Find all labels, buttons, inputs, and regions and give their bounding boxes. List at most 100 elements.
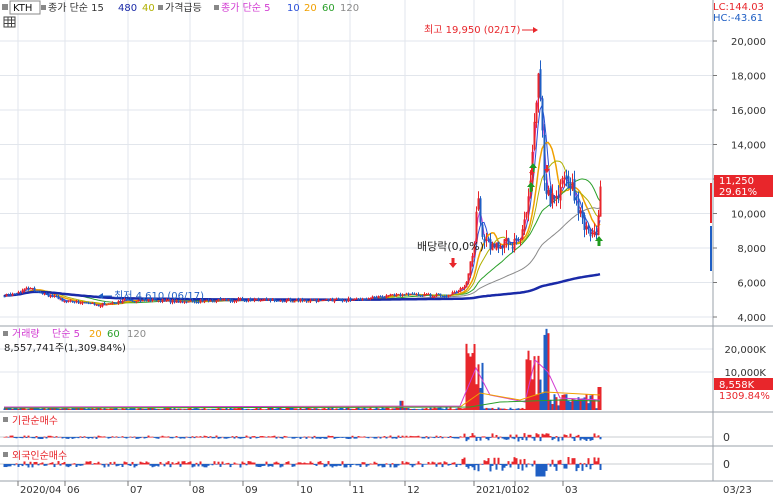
institution-bar xyxy=(223,437,226,439)
foreign-bar xyxy=(371,463,374,465)
foreign-bar xyxy=(345,464,348,468)
low-annotation: 최저 4,610 (06/17) xyxy=(98,290,204,302)
candle-body xyxy=(223,298,226,300)
candle-body xyxy=(41,292,44,294)
volume-bar xyxy=(531,379,534,410)
candle-body xyxy=(485,239,488,241)
volume-bar xyxy=(535,394,538,410)
candle-body xyxy=(215,300,218,302)
institution-bar xyxy=(217,437,220,439)
candle-body xyxy=(563,177,566,179)
foreign-bar xyxy=(541,464,544,477)
foreign-bar xyxy=(249,461,252,465)
volume-bar xyxy=(173,407,176,410)
institution-legend: 기관순매수 xyxy=(3,415,58,427)
institution-bar xyxy=(485,437,488,439)
candle-body xyxy=(237,298,240,301)
volume-bar xyxy=(17,408,20,410)
candle-body xyxy=(363,299,366,301)
candle-body xyxy=(465,282,468,288)
institution-bar xyxy=(99,436,102,438)
candle-body xyxy=(25,287,28,289)
foreign-bar xyxy=(451,462,454,465)
candle-body xyxy=(39,292,42,294)
volume-bar xyxy=(179,408,182,410)
candle-body xyxy=(43,293,46,295)
grid-table-icon[interactable] xyxy=(3,16,16,28)
institution-bar xyxy=(11,435,14,438)
foreign-bar xyxy=(301,463,304,465)
volume-bar xyxy=(135,409,138,410)
volume-bar xyxy=(211,408,214,410)
institution-bar xyxy=(349,437,352,439)
foreign-bar xyxy=(305,463,308,465)
volume-bar xyxy=(457,407,460,410)
candle-body xyxy=(381,296,384,298)
candle-body xyxy=(451,292,454,295)
foreign-bar xyxy=(407,462,410,465)
volume-bar xyxy=(199,409,202,410)
foreign-bar xyxy=(199,461,202,465)
foreign-bar xyxy=(85,461,88,465)
volume-bar xyxy=(103,408,106,410)
candle-body xyxy=(227,299,230,301)
volume-bar xyxy=(337,408,340,410)
institution-bar xyxy=(363,436,366,438)
price-badge-pct: 29.61% xyxy=(719,187,757,198)
foreign-bar xyxy=(533,460,536,465)
volume-bar xyxy=(93,408,96,410)
foreign-bar xyxy=(287,461,290,465)
volume-bar xyxy=(377,408,380,410)
foreign-bar xyxy=(33,462,36,465)
foreign-bar xyxy=(189,461,192,465)
volume-bar xyxy=(351,408,354,410)
candle-body xyxy=(443,295,446,297)
institution-bar xyxy=(13,437,16,438)
volume-bar xyxy=(559,399,562,410)
institution-bar xyxy=(397,435,400,438)
institution-bar xyxy=(315,437,318,439)
institution-bar xyxy=(593,433,596,438)
volume-bar xyxy=(219,408,222,410)
foreign-bar xyxy=(95,463,98,465)
institution-bar xyxy=(37,437,40,439)
institution-bar xyxy=(429,436,432,438)
candle-body xyxy=(81,302,84,304)
foreign-bar xyxy=(435,464,438,467)
foreign-bar xyxy=(591,464,594,466)
institution-bar xyxy=(273,435,276,438)
foreign-bar xyxy=(549,464,552,467)
stock-chart[interactable]: 최고 19,950 (02/17) 최저 4,610 (06/17) 배당락(0… xyxy=(0,0,773,497)
candle-body xyxy=(319,300,322,302)
foreign-bar xyxy=(149,464,152,466)
foreign-bar xyxy=(269,464,272,467)
foreign-bar xyxy=(501,464,504,471)
volume-bar xyxy=(273,408,276,410)
foreign-bar xyxy=(295,463,298,465)
institution-bar xyxy=(469,436,472,438)
candle-body xyxy=(205,299,208,301)
candle-body xyxy=(501,245,504,249)
foreign-bar xyxy=(299,462,302,465)
institution-bar xyxy=(47,435,50,438)
foreign-bar xyxy=(467,464,470,469)
institution-bar xyxy=(137,437,140,439)
volume-bar xyxy=(437,407,440,410)
volume-bar xyxy=(67,408,70,410)
volume-bar xyxy=(509,407,512,410)
volume-bar xyxy=(523,408,526,410)
candle-body xyxy=(103,302,106,305)
volume-bar xyxy=(203,407,206,410)
institution-bar xyxy=(249,437,252,439)
volume-bar xyxy=(335,408,338,410)
volume-bar xyxy=(403,408,406,410)
volume-bar xyxy=(567,400,570,410)
ma5-label: 종가 단순 5 xyxy=(221,2,271,14)
institution-bar xyxy=(463,433,466,438)
institution-bar xyxy=(399,437,402,438)
foreign-bar xyxy=(341,461,344,465)
volume-bar xyxy=(57,408,60,410)
candle-body xyxy=(283,301,286,303)
foreign-bar xyxy=(197,464,200,467)
foreign-bar xyxy=(223,464,226,465)
